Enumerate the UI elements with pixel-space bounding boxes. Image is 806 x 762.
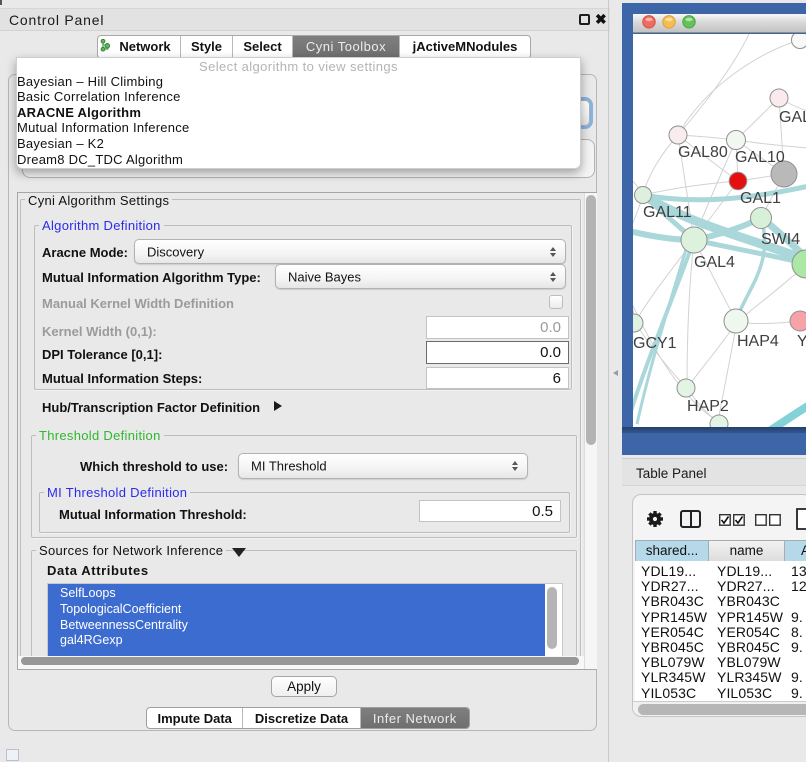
svg-text:GAL: GAL bbox=[779, 109, 806, 126]
svg-text:SWI4: SWI4 bbox=[761, 231, 800, 248]
svg-text:GAL80: GAL80 bbox=[678, 144, 728, 161]
svg-text:Y: Y bbox=[797, 333, 806, 350]
svg-text:GCY1: GCY1 bbox=[633, 335, 677, 352]
svg-text:HAP2: HAP2 bbox=[687, 398, 729, 415]
svg-text:GAL11: GAL11 bbox=[643, 204, 692, 221]
svg-text:HAP4: HAP4 bbox=[737, 333, 779, 350]
svg-text:GAL4: GAL4 bbox=[694, 254, 735, 271]
svg-text:GAL1: GAL1 bbox=[740, 190, 781, 207]
svg-text:GAL10: GAL10 bbox=[735, 149, 785, 166]
